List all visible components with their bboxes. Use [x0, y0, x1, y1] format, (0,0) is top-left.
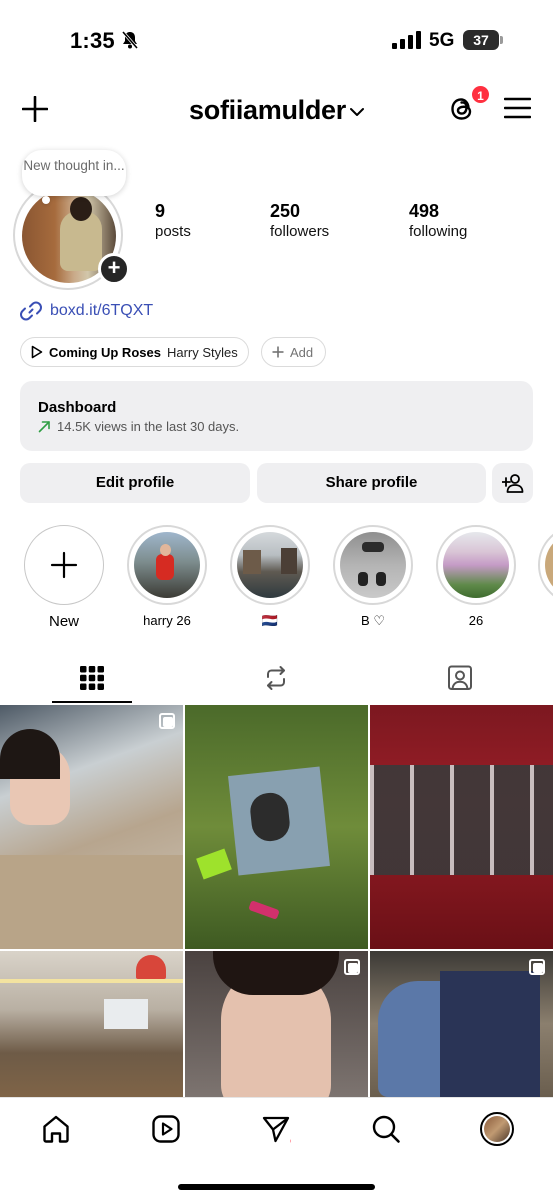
stat-value: 9 — [155, 201, 166, 221]
nav-search[interactable] — [368, 1111, 404, 1147]
username: sofiiamulder — [189, 95, 346, 125]
highlight-cover — [545, 532, 553, 598]
stat-label: followers — [270, 223, 330, 240]
highlight-ring — [333, 525, 413, 605]
highlight-ring — [538, 525, 553, 605]
chevron-down-icon — [349, 107, 364, 116]
highlight-cover — [340, 532, 406, 598]
highlight-ring — [127, 525, 207, 605]
add-link-chip[interactable]: Add — [261, 337, 326, 367]
stat-label: following — [409, 223, 468, 240]
tab-posts-grid[interactable] — [0, 652, 184, 704]
stat-label: posts — [155, 223, 191, 240]
add-story-plus-icon[interactable]: + — [98, 253, 130, 285]
highlight-cover — [237, 532, 303, 598]
post-thumbnail[interactable] — [185, 705, 368, 949]
post-thumbnail[interactable] — [185, 951, 368, 1097]
trend-up-icon — [38, 421, 50, 433]
stat-followers[interactable]: 250 followers — [270, 200, 329, 241]
profile-tabs — [0, 652, 553, 704]
tagged-icon — [448, 665, 472, 690]
post-thumbnail[interactable] — [0, 951, 183, 1097]
song-artist: Harry Styles — [166, 344, 238, 360]
profile-avatar[interactable]: + — [13, 180, 136, 290]
highlight-item[interactable]: B ♡ — [332, 525, 414, 629]
highlight-label: New — [48, 613, 79, 630]
tab-reposts[interactable] — [184, 652, 368, 704]
link-text: boxd.it/6TQXT — [50, 302, 154, 319]
highlight-item[interactable]: 26 — [435, 525, 517, 629]
discover-people-button[interactable] — [492, 463, 533, 503]
stat-posts[interactable]: 9 posts — [155, 200, 191, 241]
highlight-new[interactable]: New — [23, 525, 105, 630]
messages-icon — [262, 1116, 291, 1143]
note-bubble[interactable]: New thought in... — [22, 150, 126, 196]
add-person-icon — [500, 474, 523, 493]
reels-icon — [152, 1115, 180, 1143]
home-indicator — [178, 1184, 375, 1190]
highlight-label: 🇳🇱 — [261, 613, 279, 628]
network-type: 5G — [429, 30, 455, 51]
highlight-label: B ♡ — [361, 613, 385, 628]
signal-icon — [392, 31, 421, 49]
status-bar: 1:35 5G 37 — [0, 0, 553, 82]
active-tab-indicator — [52, 701, 132, 703]
tab-tagged[interactable] — [368, 652, 552, 704]
multi-photo-icon — [529, 959, 545, 975]
share-profile-button[interactable]: Share profile — [257, 463, 486, 503]
note-bubble-tail — [42, 196, 50, 204]
profile-link[interactable]: boxd.it/6TQXT — [20, 300, 153, 322]
profile-music-chip[interactable]: Coming Up Roses Harry Styles — [20, 337, 249, 367]
threads-notification-badge: 1 — [470, 84, 491, 105]
battery-tip — [500, 36, 503, 44]
stat-value: 250 — [270, 201, 301, 221]
stat-following[interactable]: 498 following — [409, 200, 467, 241]
post-thumbnail[interactable] — [0, 705, 183, 949]
highlight-label: 26 — [468, 613, 484, 628]
dashboard-subtitle: 14.5K views in the last 30 days. — [38, 419, 533, 434]
grid-icon — [80, 666, 104, 690]
highlight-cover — [134, 532, 200, 598]
avatar-figure-head — [70, 197, 92, 221]
battery-icon: 37 — [463, 30, 499, 50]
play-icon — [31, 345, 43, 359]
link-icon — [20, 301, 42, 321]
status-time: 1:35 — [70, 28, 115, 53]
stat-value: 498 — [409, 201, 440, 221]
highlight-label: harry 26 — [143, 613, 191, 628]
multi-photo-icon — [159, 713, 175, 729]
highlight-ring — [24, 525, 104, 605]
nav-home[interactable] — [38, 1111, 74, 1147]
reposts-icon — [267, 666, 285, 690]
highlight-item[interactable]: 🇳🇱 — [229, 525, 311, 629]
nav-messages[interactable] — [258, 1111, 294, 1147]
search-icon — [372, 1115, 400, 1143]
highlight-ring — [436, 525, 516, 605]
plus-icon — [50, 551, 78, 579]
post-thumbnail[interactable] — [370, 951, 553, 1097]
silent-bell-icon — [121, 31, 139, 49]
edit-profile-button[interactable]: Edit profile — [20, 463, 250, 503]
professional-dashboard[interactable]: Dashboard 14.5K views in the last 30 day… — [20, 381, 533, 451]
song-title: Coming Up Roses — [49, 344, 161, 360]
profile-avatar — [480, 1112, 514, 1146]
highlight-ring — [230, 525, 310, 605]
posts-grid — [0, 705, 553, 1097]
post-thumbnail[interactable] — [370, 705, 553, 949]
nav-reels[interactable] — [148, 1111, 184, 1147]
highlight-item[interactable]: harry 26 — [126, 525, 208, 629]
nav-profile[interactable] — [479, 1111, 515, 1147]
hamburger-menu-icon[interactable] — [504, 97, 531, 119]
dashboard-title: Dashboard — [38, 399, 117, 416]
home-icon — [43, 1115, 69, 1143]
add-label: Add — [290, 344, 314, 360]
dashboard-views: 14.5K views in the last 30 days. — [57, 419, 240, 434]
highlight-cover — [443, 532, 509, 598]
highlight-item-partial[interactable] — [538, 525, 553, 605]
plus-icon — [272, 346, 284, 358]
multi-photo-icon — [344, 959, 360, 975]
